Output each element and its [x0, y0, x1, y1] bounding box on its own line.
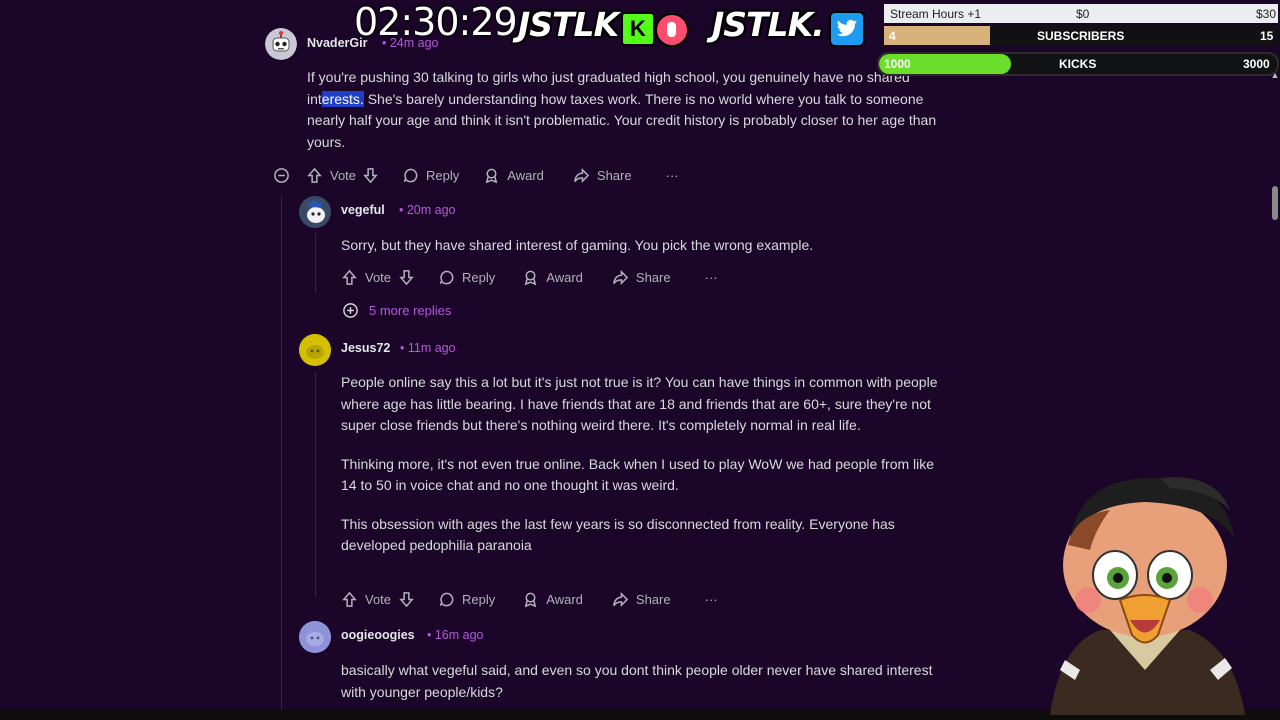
upvote-arrow-icon: [342, 591, 357, 607]
thread-line[interactable]: [315, 233, 316, 293]
upvote-button[interactable]: [341, 269, 358, 286]
collapse-circle-icon: [274, 167, 289, 183]
vote-label: Vote: [330, 167, 357, 183]
collapse-button[interactable]: [273, 167, 290, 184]
selected-text: erests.: [321, 90, 364, 107]
kick-logo-icon: K: [621, 12, 655, 46]
record-icon: [655, 13, 689, 47]
timestamp[interactable]: • 16m ago: [427, 628, 484, 642]
snoo-avatar-icon: [299, 334, 331, 366]
upvote-arrow-icon: [342, 269, 357, 285]
reply-button[interactable]: Reply: [438, 269, 495, 286]
downvote-button[interactable]: [398, 591, 415, 608]
share-button[interactable]: Share: [612, 591, 671, 608]
comment-body: Sorry, but they have shared interest of …: [341, 237, 814, 253]
share-button[interactable]: Share: [573, 167, 632, 184]
stream-hours-goal: Stream Hours +1 $0 $30: [884, 4, 1278, 23]
thread-line[interactable]: [281, 195, 282, 710]
avatar[interactable]: [299, 621, 331, 653]
award-icon: [485, 168, 498, 183]
goal-label: KICKS: [1059, 57, 1097, 71]
reply-button[interactable]: Reply: [402, 167, 459, 184]
downvote-button[interactable]: [362, 167, 379, 184]
goal-progress-fill: [884, 26, 990, 45]
goal-current: 1000: [884, 57, 911, 71]
goal-current: $0: [1076, 7, 1090, 21]
scrollbar-thumb[interactable]: [1272, 186, 1278, 220]
channel-logo: JSTLK.: [712, 5, 825, 44]
reply-button[interactable]: Reply: [438, 591, 495, 608]
award-icon: [524, 592, 537, 607]
goal-label: Stream Hours +1: [890, 7, 982, 21]
goal-current: 4: [889, 29, 896, 43]
username[interactable]: oogieoogies: [341, 628, 415, 642]
speech-bubble-icon: [439, 592, 454, 606]
downvote-arrow-icon: [363, 167, 378, 183]
share-arrow-icon: [613, 591, 629, 607]
comment-text: She's barely understanding how taxes wor…: [307, 90, 937, 150]
more-replies-link[interactable]: 5 more replies: [342, 302, 451, 319]
more-options-button[interactable]: ···: [666, 168, 679, 183]
comment-actions: Vote Reply Award Share ···: [341, 589, 718, 609]
comment-paragraph: Thinking more, it's not even true online…: [341, 455, 935, 494]
upvote-button[interactable]: [306, 167, 323, 184]
vote-label: Vote: [365, 269, 392, 285]
comment-body: basically what vegeful said, and even so…: [341, 662, 933, 700]
award-button[interactable]: Award: [522, 269, 583, 286]
twitter-bird-icon: [829, 11, 865, 47]
avatar[interactable]: [265, 28, 297, 60]
comment-paragraph: This obsession with ages the last few ye…: [341, 515, 895, 554]
award-button[interactable]: Award: [522, 591, 583, 608]
share-arrow-icon: [613, 269, 629, 285]
comment-body: People online say this a lot but it's ju…: [341, 372, 941, 574]
share-arrow-icon: [574, 167, 590, 183]
goal-target: 15: [1260, 29, 1274, 43]
snoo-avatar-icon: [299, 196, 331, 228]
award-button[interactable]: Award: [483, 167, 544, 184]
goal-target: $30: [1256, 7, 1277, 21]
timestamp[interactable]: • 11m ago: [400, 341, 456, 355]
streamer-avatar-mascot: [1050, 477, 1245, 715]
goal-label: SUBSCRIBERS: [1037, 29, 1125, 43]
thread-line[interactable]: [315, 372, 316, 597]
vote-label: Vote: [365, 591, 392, 607]
comment-paragraph: People online say this a lot but it's ju…: [341, 374, 938, 433]
robot-avatar-icon: [265, 28, 297, 60]
speech-bubble-icon: [403, 168, 418, 182]
timestamp[interactable]: • 20m ago: [399, 203, 456, 217]
comment-body: If you're pushing 30 talking to girls wh…: [307, 67, 937, 153]
expand-circle-icon: [343, 303, 358, 318]
upvote-arrow-icon: [307, 167, 322, 183]
stream-clock: 02:30:29: [354, 0, 518, 44]
goal-target: 3000: [1243, 57, 1270, 71]
scrollbar-track[interactable]: [1270, 0, 1280, 710]
username[interactable]: vegeful: [341, 203, 385, 217]
more-options-button[interactable]: ···: [705, 270, 718, 285]
downvote-button[interactable]: [398, 269, 415, 286]
downvote-arrow-icon: [399, 591, 414, 607]
username[interactable]: Jesus72: [341, 341, 390, 355]
avatar[interactable]: [299, 196, 331, 228]
comment-actions: Vote Reply Award Share ···: [273, 165, 679, 185]
snoo-avatar-icon: [299, 621, 331, 653]
kicks-goal: 1000 KICKS 3000: [877, 52, 1279, 76]
speech-bubble-icon: [439, 270, 454, 284]
avatar[interactable]: [299, 334, 331, 366]
downvote-arrow-icon: [399, 269, 414, 285]
upvote-button[interactable]: [341, 591, 358, 608]
award-icon: [524, 270, 537, 285]
more-options-button[interactable]: ···: [705, 592, 718, 607]
subscribers-goal: 4 SUBSCRIBERS 15: [884, 26, 1278, 45]
stream-goals-panel: Stream Hours +1 $0 $30 4 SUBSCRIBERS 15 …: [877, 4, 1280, 76]
comment-actions: Vote Reply Award Share ···: [341, 267, 718, 287]
share-button[interactable]: Share: [612, 269, 671, 286]
channel-logo: JSTLK: [518, 5, 619, 44]
